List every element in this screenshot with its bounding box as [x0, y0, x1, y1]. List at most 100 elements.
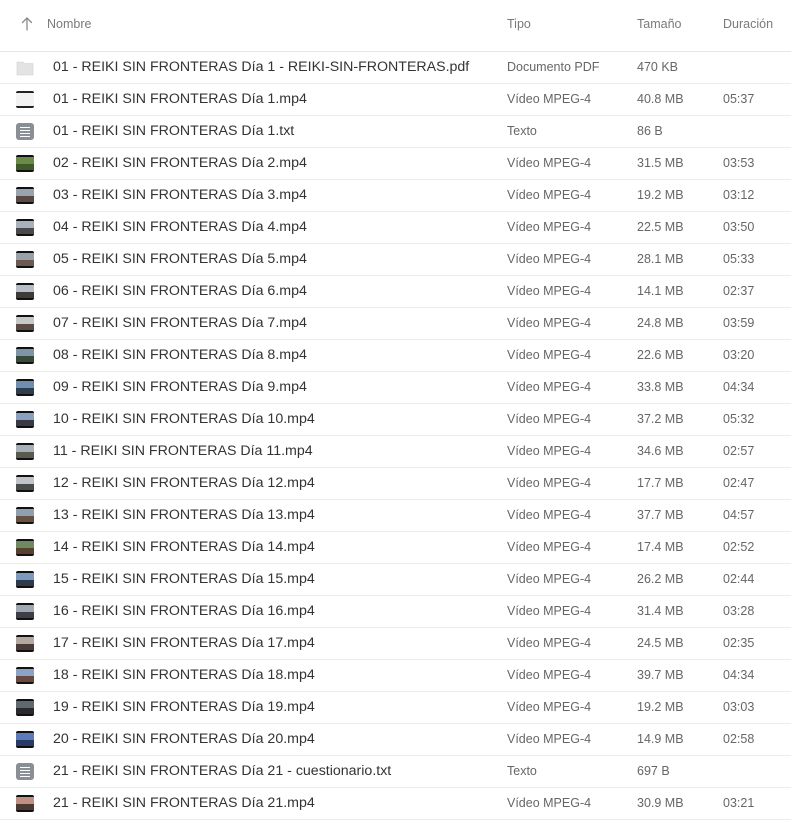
file-duration: 02:58	[723, 732, 755, 746]
file-size: 31.4 MB	[637, 604, 684, 618]
file-row[interactable]: 01 - REIKI SIN FRONTERAS Día 1.txt Texto 8…	[0, 116, 791, 148]
file-size: 28.1 MB	[637, 252, 684, 266]
file-name: 19 - REIKI SIN FRONTERAS Día 19.mp4	[53, 699, 315, 715]
file-row[interactable]: 03 - REIKI SIN FRONTERAS Día 3.mp4 Vídeo …	[0, 180, 791, 212]
file-type: Vídeo MPEG-4	[507, 476, 592, 490]
file-name: 09 - REIKI SIN FRONTERAS Día 9.mp4	[53, 379, 307, 395]
file-duration: 03:50	[723, 220, 755, 234]
video-thumbnail-icon	[16, 539, 34, 556]
file-duration: 03:12	[723, 188, 755, 202]
file-duration: 05:37	[723, 92, 755, 106]
file-type: Vídeo MPEG-4	[507, 508, 592, 522]
file-duration: 03:53	[723, 156, 755, 170]
file-duration: 04:34	[723, 380, 755, 394]
file-duration: 02:44	[723, 572, 755, 586]
file-size: 31.5 MB	[637, 156, 684, 170]
video-thumbnail-icon	[16, 699, 34, 716]
file-name: 16 - REIKI SIN FRONTERAS Día 16.mp4	[53, 603, 315, 619]
file-row[interactable]: 13 - REIKI SIN FRONTERAS Día 13.mp4 Vídeo…	[0, 500, 791, 532]
file-duration: 02:52	[723, 540, 755, 554]
file-row[interactable]: 01 - REIKI SIN FRONTERAS Día 1 - REIKI-S…	[0, 52, 791, 84]
file-row[interactable]: 02 - REIKI SIN FRONTERAS Día 2.mp4 Vídeo …	[0, 148, 791, 180]
file-duration: 03:28	[723, 604, 755, 618]
video-thumbnail-icon	[16, 571, 34, 588]
file-type: Vídeo MPEG-4	[507, 700, 592, 714]
file-size: 40.8 MB	[637, 92, 684, 106]
file-name: 21 - REIKI SIN FRONTERAS Día 21 - cuesti…	[53, 763, 392, 779]
column-header-name[interactable]: Nombre	[47, 17, 91, 31]
file-name: 01 - REIKI SIN FRONTERAS Día 1.txt	[53, 123, 295, 139]
file-duration: 03:20	[723, 348, 755, 362]
file-type: Vídeo MPEG-4	[507, 572, 592, 586]
file-name: 12 - REIKI SIN FRONTERAS Día 12.mp4	[53, 475, 315, 491]
file-duration: 04:57	[723, 508, 755, 522]
file-size: 33.8 MB	[637, 380, 684, 394]
file-row[interactable]: 10 - REIKI SIN FRONTERAS Día 10.mp4 Vídeo…	[0, 404, 791, 436]
video-thumbnail-icon	[16, 475, 34, 492]
file-name: 01 - REIKI SIN FRONTERAS Día 1 - REIKI-S…	[53, 59, 470, 75]
file-size: 14.9 MB	[637, 732, 684, 746]
file-row[interactable]: 19 - REIKI SIN FRONTERAS Día 19.mp4 Vídeo…	[0, 692, 791, 724]
file-row[interactable]: 20 - REIKI SIN FRONTERAS Día 20.mp4 Vídeo…	[0, 724, 791, 756]
file-name: 17 - REIKI SIN FRONTERAS Día 17.mp4	[53, 635, 315, 651]
file-name: 06 - REIKI SIN FRONTERAS Día 6.mp4	[53, 283, 307, 299]
file-size: 34.6 MB	[637, 444, 684, 458]
video-thumbnail-icon	[16, 219, 34, 236]
video-thumbnail-icon	[16, 315, 34, 332]
video-thumbnail-icon	[16, 795, 34, 812]
file-row[interactable]: 01 - REIKI SIN FRONTERAS Día 1.mp4 Vídeo …	[0, 84, 791, 116]
video-thumbnail-icon	[16, 667, 34, 684]
file-type: Vídeo MPEG-4	[507, 348, 592, 362]
file-row[interactable]: 21 - REIKI SIN FRONTERAS Día 21.mp4 Vídeo…	[0, 788, 791, 820]
file-name: 13 - REIKI SIN FRONTERAS Día 13.mp4	[53, 507, 315, 523]
file-duration: 03:21	[723, 796, 755, 810]
column-header-duration[interactable]: Duración	[723, 17, 773, 31]
file-row[interactable]: 09 - REIKI SIN FRONTERAS Día 9.mp4 Vídeo …	[0, 372, 791, 404]
file-duration: 02:35	[723, 636, 755, 650]
file-type: Vídeo MPEG-4	[507, 796, 592, 810]
file-duration: 04:34	[723, 668, 755, 682]
file-name: 01 - REIKI SIN FRONTERAS Día 1.mp4	[53, 91, 307, 107]
file-row[interactable]: 12 - REIKI SIN FRONTERAS Día 12.mp4 Vídeo…	[0, 468, 791, 500]
column-header-size[interactable]: Tamaño	[637, 17, 681, 31]
file-size: 30.9 MB	[637, 796, 684, 810]
file-row[interactable]: 17 - REIKI SIN FRONTERAS Día 17.mp4 Vídeo…	[0, 628, 791, 660]
file-row[interactable]: 18 - REIKI SIN FRONTERAS Día 18.mp4 Vídeo…	[0, 660, 791, 692]
file-row[interactable]: 06 - REIKI SIN FRONTERAS Día 6.mp4 Vídeo …	[0, 276, 791, 308]
file-name: 07 - REIKI SIN FRONTERAS Día 7.mp4	[53, 315, 307, 331]
file-size: 697 B	[637, 764, 670, 778]
text-file-icon	[16, 123, 34, 140]
column-header-type[interactable]: Tipo	[507, 17, 531, 31]
file-list: 01 - REIKI SIN FRONTERAS Día 1 - REIKI-S…	[0, 52, 791, 820]
file-type: Texto	[507, 124, 537, 138]
file-row[interactable]: 05 - REIKI SIN FRONTERAS Día 5.mp4 Vídeo …	[0, 244, 791, 276]
file-size: 17.4 MB	[637, 540, 684, 554]
file-size: 19.2 MB	[637, 700, 684, 714]
file-row[interactable]: 11 - REIKI SIN FRONTERAS Día 11.mp4 Vídeo…	[0, 436, 791, 468]
file-name: 18 - REIKI SIN FRONTERAS Día 18.mp4	[53, 667, 315, 683]
file-row[interactable]: 16 - REIKI SIN FRONTERAS Día 16.mp4 Vídeo…	[0, 596, 791, 628]
video-thumbnail-icon	[16, 635, 34, 652]
sort-ascending-arrow-icon[interactable]	[18, 14, 36, 34]
file-type: Vídeo MPEG-4	[507, 92, 592, 106]
file-type: Vídeo MPEG-4	[507, 252, 592, 266]
file-row[interactable]: 08 - REIKI SIN FRONTERAS Día 8.mp4 Vídeo …	[0, 340, 791, 372]
file-size: 19.2 MB	[637, 188, 684, 202]
file-type: Texto	[507, 764, 537, 778]
file-row[interactable]: 21 - REIKI SIN FRONTERAS Día 21 - cuesti…	[0, 756, 791, 788]
file-size: 22.6 MB	[637, 348, 684, 362]
file-name: 03 - REIKI SIN FRONTERAS Día 3.mp4	[53, 187, 307, 203]
file-row[interactable]: 15 - REIKI SIN FRONTERAS Día 15.mp4 Vídeo…	[0, 564, 791, 596]
video-thumbnail-icon	[16, 347, 34, 364]
file-name: 20 - REIKI SIN FRONTERAS Día 20.mp4	[53, 731, 315, 747]
video-thumbnail-icon	[16, 187, 34, 204]
video-thumbnail-icon	[16, 411, 34, 428]
video-thumbnail-icon	[16, 443, 34, 460]
file-row[interactable]: 14 - REIKI SIN FRONTERAS Día 14.mp4 Vídeo…	[0, 532, 791, 564]
file-size: 470 KB	[637, 60, 679, 74]
file-row[interactable]: 04 - REIKI SIN FRONTERAS Día 4.mp4 Vídeo …	[0, 212, 791, 244]
file-row[interactable]: 07 - REIKI SIN FRONTERAS Día 7.mp4 Vídeo …	[0, 308, 791, 340]
file-type: Vídeo MPEG-4	[507, 604, 592, 618]
file-name: 11 - REIKI SIN FRONTERAS Día 11.mp4	[53, 443, 313, 459]
video-thumbnail-icon	[16, 251, 34, 268]
